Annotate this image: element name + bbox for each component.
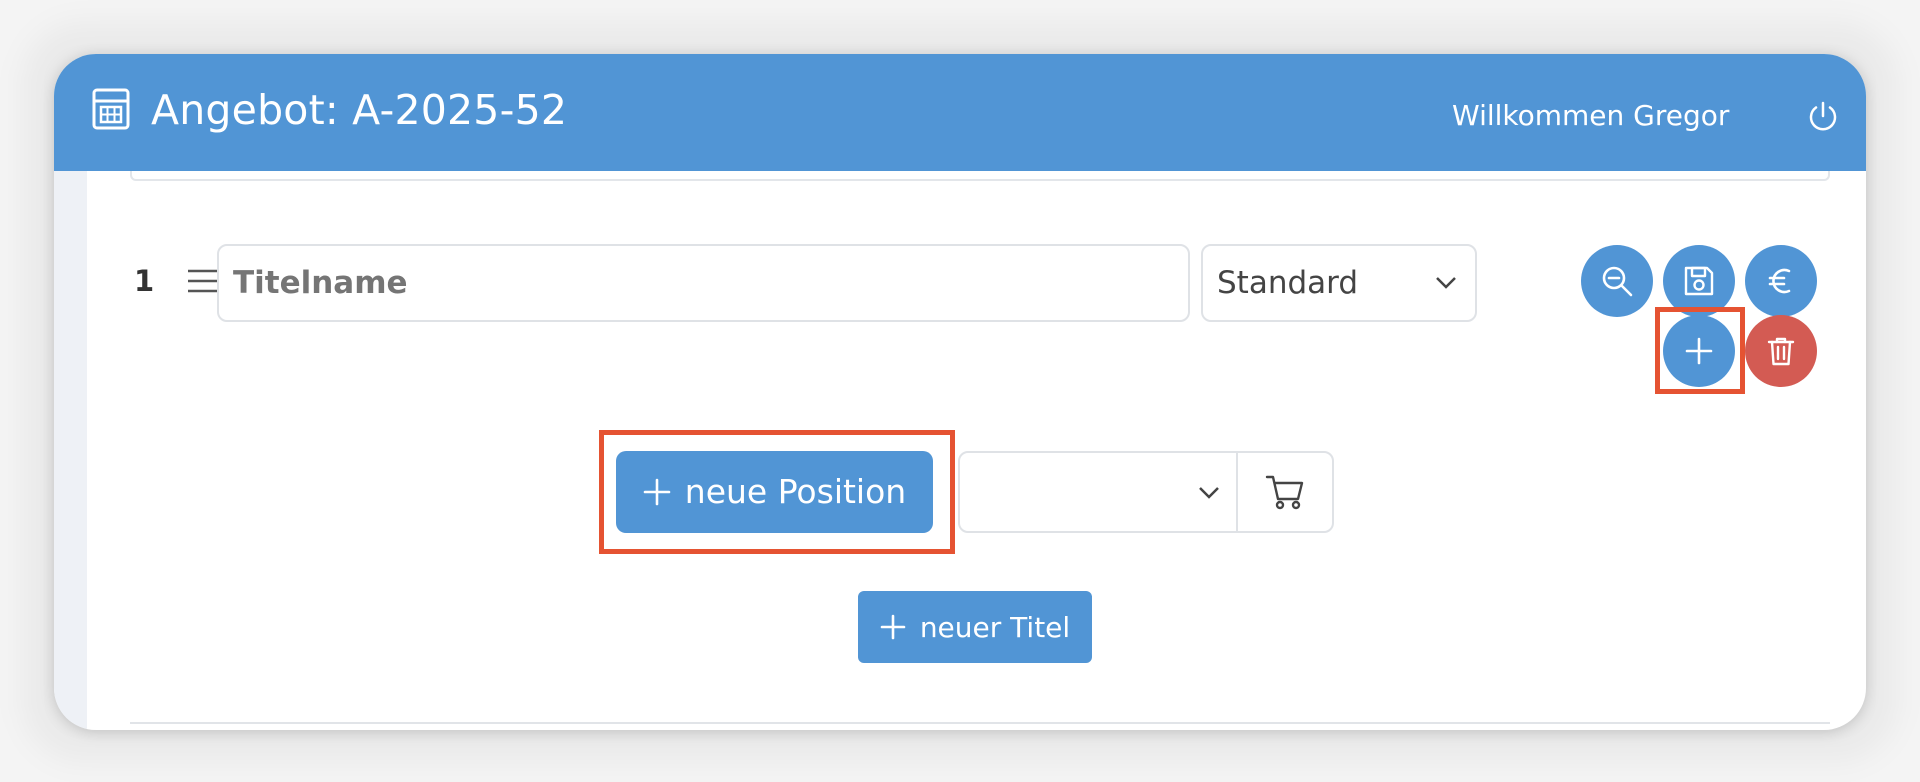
article-select[interactable] [958,451,1238,533]
save-icon [1684,266,1714,296]
title-type-value: Standard [1217,265,1359,301]
drag-handle-icon[interactable] [188,268,218,294]
zoom-out-button[interactable] [1581,245,1653,317]
cart-button[interactable] [1236,451,1334,533]
plus-icon [880,614,906,640]
power-icon[interactable] [1806,100,1840,134]
title-name-input[interactable] [217,244,1190,322]
welcome-text: Willkommen Gregor [1452,99,1730,132]
delete-title-button[interactable] [1745,315,1817,387]
new-title-label: neuer Titel [919,610,1071,644]
highlight-new-position [599,430,955,554]
calculator-icon [92,88,130,130]
price-button[interactable] [1745,245,1817,317]
chevron-down-icon [1199,487,1219,499]
chevron-down-icon [1436,277,1456,289]
zoom-out-icon [1602,266,1633,297]
title-row-number: 1 [134,264,155,298]
highlight-add-button [1655,307,1745,394]
page-title: Angebot: A-2025-52 [151,86,568,134]
trash-icon [1767,337,1795,366]
title-type-select[interactable]: Standard [1201,244,1477,322]
app-window: Angebot: A-2025-52 Willkommen Gregor 1 S… [54,54,1866,730]
section-divider [130,722,1830,724]
euro-icon [1768,268,1791,294]
app-header: Angebot: A-2025-52 Willkommen Gregor [54,54,1866,171]
previous-card-edge [130,171,1830,181]
cart-icon [1265,475,1304,510]
new-title-button[interactable]: neuer Titel [858,591,1092,663]
sidebar-strip [54,171,87,730]
